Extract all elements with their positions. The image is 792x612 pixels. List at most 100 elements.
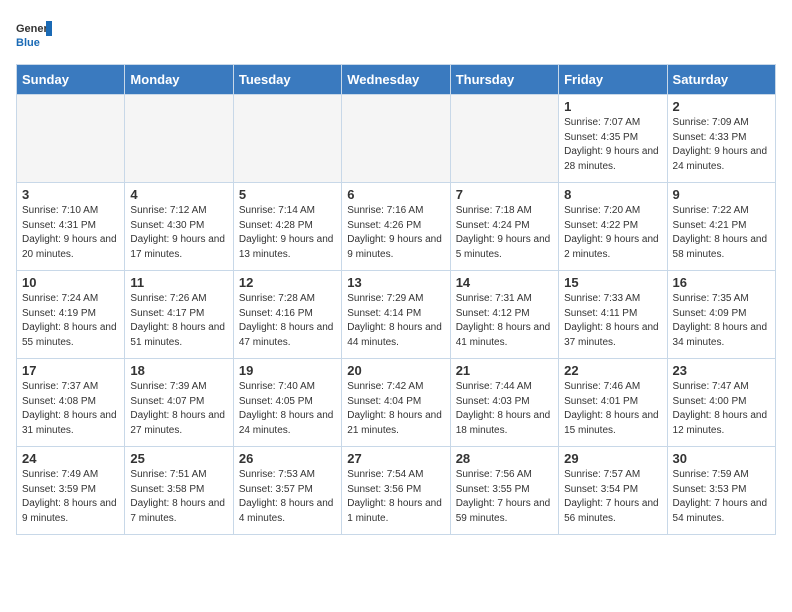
day-number: 14 — [456, 275, 553, 290]
calendar-cell: 29 Sunrise: 7:57 AM Sunset: 3:54 PM Dayli… — [559, 447, 667, 535]
day-number: 6 — [347, 187, 444, 202]
calendar-cell — [17, 95, 125, 183]
day-detail: Sunrise: 7:57 AM Sunset: 3:54 PM Dayligh… — [564, 468, 661, 526]
day-number: 2 — [673, 99, 770, 114]
day-number: 20 — [347, 363, 444, 378]
calendar-cell: 25 Sunrise: 7:51 AM Sunset: 3:58 PM Dayli… — [125, 447, 233, 535]
day-detail: Sunrise: 7:59 AM Sunset: 3:53 PM Dayligh… — [673, 468, 770, 526]
calendar-week-2: 3Sunrise: 7:10 AM Sunset: 4:31 PM Daylig… — [17, 183, 776, 271]
day-detail: Sunrise: 7:22 AM Sunset: 4:21 PM Dayligh… — [673, 204, 770, 262]
calendar-week-1: 1 Sunrise: 7:07 AM Sunset: 4:35 PM Daylig… — [17, 95, 776, 183]
day-detail: Sunrise: 7:35 AM Sunset: 4:09 PM Dayligh… — [673, 292, 770, 350]
day-number: 17 — [22, 363, 119, 378]
day-detail: Sunrise: 7:29 AM Sunset: 4:14 PM Dayligh… — [347, 292, 444, 350]
day-detail: Sunrise: 7:51 AM Sunset: 3:58 PM Dayligh… — [130, 468, 227, 526]
calendar-cell: 20Sunrise: 7:42 AM Sunset: 4:04 PM Dayli… — [342, 359, 450, 447]
calendar-cell: 7 Sunrise: 7:18 AM Sunset: 4:24 PM Daylig… — [450, 183, 558, 271]
day-detail: Sunrise: 7:12 AM Sunset: 4:30 PM Dayligh… — [130, 204, 227, 262]
day-detail: Sunrise: 7:24 AM Sunset: 4:19 PM Dayligh… — [22, 292, 119, 350]
day-number: 25 — [130, 451, 227, 466]
day-number: 10 — [22, 275, 119, 290]
day-number: 9 — [673, 187, 770, 202]
calendar-header-wednesday: Wednesday — [342, 65, 450, 95]
logo-icon: General Blue — [16, 16, 52, 52]
day-number: 8 — [564, 187, 661, 202]
day-number: 30 — [673, 451, 770, 466]
day-number: 12 — [239, 275, 336, 290]
calendar-cell: 22Sunrise: 7:46 AM Sunset: 4:01 PM Dayli… — [559, 359, 667, 447]
calendar-cell: 3Sunrise: 7:10 AM Sunset: 4:31 PM Daylig… — [17, 183, 125, 271]
day-detail: Sunrise: 7:31 AM Sunset: 4:12 PM Dayligh… — [456, 292, 553, 350]
day-detail: Sunrise: 7:33 AM Sunset: 4:11 PM Dayligh… — [564, 292, 661, 350]
calendar-cell — [233, 95, 341, 183]
calendar-cell: 28 Sunrise: 7:56 AM Sunset: 3:55 PM Dayli… — [450, 447, 558, 535]
day-number: 19 — [239, 363, 336, 378]
calendar-header-row: SundayMondayTuesdayWednesdayThursdayFrid… — [17, 65, 776, 95]
svg-text:Blue: Blue — [16, 37, 40, 49]
calendar-header-sunday: Sunday — [17, 65, 125, 95]
calendar-cell: 6Sunrise: 7:16 AM Sunset: 4:26 PM Daylig… — [342, 183, 450, 271]
day-detail: Sunrise: 7:07 AM Sunset: 4:35 PM Dayligh… — [564, 116, 661, 174]
day-number: 29 — [564, 451, 661, 466]
day-detail: Sunrise: 7:26 AM Sunset: 4:17 PM Dayligh… — [130, 292, 227, 350]
calendar-cell: 11 Sunrise: 7:26 AM Sunset: 4:17 PM Dayli… — [125, 271, 233, 359]
day-number: 26 — [239, 451, 336, 466]
calendar-header-friday: Friday — [559, 65, 667, 95]
day-detail: Sunrise: 7:37 AM Sunset: 4:08 PM Dayligh… — [22, 380, 119, 438]
day-number: 16 — [673, 275, 770, 290]
calendar-cell: 24 Sunrise: 7:49 AM Sunset: 3:59 PM Dayli… — [17, 447, 125, 535]
calendar-header-thursday: Thursday — [450, 65, 558, 95]
calendar-cell — [125, 95, 233, 183]
day-detail: Sunrise: 7:18 AM Sunset: 4:24 PM Dayligh… — [456, 204, 553, 262]
calendar-cell — [450, 95, 558, 183]
day-detail: Sunrise: 7:56 AM Sunset: 3:55 PM Dayligh… — [456, 468, 553, 526]
calendar-cell: 15 Sunrise: 7:33 AM Sunset: 4:11 PM Dayli… — [559, 271, 667, 359]
calendar-header-monday: Monday — [125, 65, 233, 95]
day-detail: Sunrise: 7:44 AM Sunset: 4:03 PM Dayligh… — [456, 380, 553, 438]
day-number: 1 — [564, 99, 661, 114]
day-detail: Sunrise: 7:09 AM Sunset: 4:33 PM Dayligh… — [673, 116, 770, 174]
day-number: 5 — [239, 187, 336, 202]
day-number: 11 — [130, 275, 227, 290]
page-header: General Blue — [16, 16, 776, 52]
calendar-header-saturday: Saturday — [667, 65, 775, 95]
calendar-cell — [342, 95, 450, 183]
calendar-cell: 21Sunrise: 7:44 AM Sunset: 4:03 PM Dayli… — [450, 359, 558, 447]
day-number: 28 — [456, 451, 553, 466]
calendar-cell: 1 Sunrise: 7:07 AM Sunset: 4:35 PM Daylig… — [559, 95, 667, 183]
calendar-cell: 17 Sunrise: 7:37 AM Sunset: 4:08 PM Dayli… — [17, 359, 125, 447]
day-number: 18 — [130, 363, 227, 378]
calendar-cell: 14 Sunrise: 7:31 AM Sunset: 4:12 PM Dayli… — [450, 271, 558, 359]
day-detail: Sunrise: 7:53 AM Sunset: 3:57 PM Dayligh… — [239, 468, 336, 526]
day-number: 15 — [564, 275, 661, 290]
day-detail: Sunrise: 7:10 AM Sunset: 4:31 PM Dayligh… — [22, 204, 119, 262]
calendar-table: SundayMondayTuesdayWednesdayThursdayFrid… — [16, 64, 776, 535]
day-number: 27 — [347, 451, 444, 466]
day-number: 24 — [22, 451, 119, 466]
calendar-cell: 5 Sunrise: 7:14 AM Sunset: 4:28 PM Daylig… — [233, 183, 341, 271]
calendar-cell: 8 Sunrise: 7:20 AM Sunset: 4:22 PM Daylig… — [559, 183, 667, 271]
day-detail: Sunrise: 7:20 AM Sunset: 4:22 PM Dayligh… — [564, 204, 661, 262]
day-detail: Sunrise: 7:46 AM Sunset: 4:01 PM Dayligh… — [564, 380, 661, 438]
day-number: 4 — [130, 187, 227, 202]
day-number: 7 — [456, 187, 553, 202]
day-detail: Sunrise: 7:28 AM Sunset: 4:16 PM Dayligh… — [239, 292, 336, 350]
day-detail: Sunrise: 7:14 AM Sunset: 4:28 PM Dayligh… — [239, 204, 336, 262]
day-detail: Sunrise: 7:40 AM Sunset: 4:05 PM Dayligh… — [239, 380, 336, 438]
calendar-week-4: 17 Sunrise: 7:37 AM Sunset: 4:08 PM Dayli… — [17, 359, 776, 447]
calendar-cell: 2 Sunrise: 7:09 AM Sunset: 4:33 PM Daylig… — [667, 95, 775, 183]
day-detail: Sunrise: 7:47 AM Sunset: 4:00 PM Dayligh… — [673, 380, 770, 438]
calendar-cell: 4 Sunrise: 7:12 AM Sunset: 4:30 PM Daylig… — [125, 183, 233, 271]
calendar-cell: 13 Sunrise: 7:29 AM Sunset: 4:14 PM Dayli… — [342, 271, 450, 359]
calendar-cell: 10 Sunrise: 7:24 AM Sunset: 4:19 PM Dayli… — [17, 271, 125, 359]
day-detail: Sunrise: 7:54 AM Sunset: 3:56 PM Dayligh… — [347, 468, 444, 526]
calendar-cell: 26 Sunrise: 7:53 AM Sunset: 3:57 PM Dayli… — [233, 447, 341, 535]
calendar-cell: 19 Sunrise: 7:40 AM Sunset: 4:05 PM Dayli… — [233, 359, 341, 447]
calendar-cell: 27 Sunrise: 7:54 AM Sunset: 3:56 PM Dayli… — [342, 447, 450, 535]
calendar-header-tuesday: Tuesday — [233, 65, 341, 95]
day-detail: Sunrise: 7:49 AM Sunset: 3:59 PM Dayligh… — [22, 468, 119, 526]
calendar-cell: 18 Sunrise: 7:39 AM Sunset: 4:07 PM Dayli… — [125, 359, 233, 447]
day-detail: Sunrise: 7:39 AM Sunset: 4:07 PM Dayligh… — [130, 380, 227, 438]
day-number: 13 — [347, 275, 444, 290]
calendar-cell: 16 Sunrise: 7:35 AM Sunset: 4:09 PM Dayli… — [667, 271, 775, 359]
